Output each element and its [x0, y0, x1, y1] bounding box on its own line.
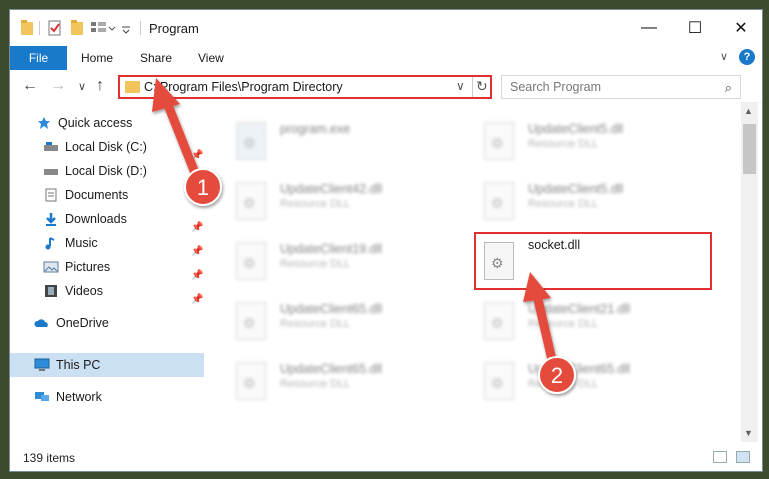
search-input[interactable]: Search Program — [510, 80, 601, 94]
address-bar[interactable]: C:\Program Files\Program Directory ∨ ↻ — [118, 75, 492, 99]
title-bar: Program — ☐ ✕ — [10, 10, 762, 46]
explorer-window: Program — ☐ ✕ File Home Share View ∨ ? ←… — [9, 9, 763, 472]
expand-ribbon-icon[interactable]: ∨ — [720, 50, 728, 63]
film-icon — [45, 285, 57, 297]
file-item[interactable]: UpdateClient65.dll Resource DLL — [204, 292, 424, 346]
sidebar-item-pictures[interactable]: Pictures — [43, 256, 110, 278]
close-button[interactable]: ✕ — [718, 10, 762, 46]
address-path[interactable]: C:\Program Files\Program Directory — [144, 80, 343, 94]
qa-dropdown-icon[interactable] — [121, 19, 131, 37]
address-separator — [472, 77, 473, 97]
file-item[interactable]: UpdateClient19.dll Resource DLL — [204, 232, 424, 286]
help-icon[interactable]: ? — [739, 49, 755, 65]
cloud-icon — [34, 319, 48, 327]
pin-icon: 📌 — [191, 150, 204, 161]
music-note-icon — [45, 237, 55, 250]
socket-dll-highlight-box — [474, 232, 712, 290]
up-arrow-icon[interactable]: ↑ — [96, 77, 104, 95]
pin-icon: 📌 — [191, 270, 204, 281]
sidebar-item-music[interactable]: Music — [43, 232, 98, 254]
sidebar-item-network[interactable]: Network — [34, 386, 102, 408]
dll-file-icon — [236, 182, 266, 220]
sidebar-item-downloads[interactable]: Downloads — [43, 208, 127, 230]
recent-locations-icon[interactable]: ∨ — [78, 80, 86, 93]
details-view-icon[interactable] — [713, 451, 727, 463]
file-item[interactable]: UpdateClient65.dll Resource DLL — [452, 352, 672, 406]
file-item[interactable]: UpdateClient5.dll Resource DLL — [452, 172, 672, 226]
scroll-up-icon[interactable]: ▲ — [744, 106, 753, 116]
customize-qa-icon[interactable] — [90, 19, 116, 37]
drive-icon — [44, 142, 58, 151]
new-folder-icon[interactable] — [70, 19, 84, 37]
minimize-button[interactable]: — — [626, 10, 672, 46]
sidebar-item-onedrive[interactable]: OneDrive — [34, 312, 109, 334]
file-item[interactable]: UpdateClient42.dll Resource DLL — [204, 172, 424, 226]
pin-icon: 📌 — [191, 222, 204, 233]
vertical-scrollbar[interactable]: ▲ ▼ — [741, 102, 758, 442]
network-icon — [35, 392, 49, 401]
tab-view[interactable]: View — [198, 51, 224, 65]
qa-separator — [140, 21, 141, 35]
drive-icon — [44, 169, 58, 175]
dll-file-icon — [236, 362, 266, 400]
scroll-down-icon[interactable]: ▼ — [744, 428, 753, 438]
dll-file-icon — [236, 242, 266, 280]
dll-file-icon — [484, 122, 514, 160]
file-item[interactable]: UpdateClient5.dll Resource DLL — [452, 112, 672, 166]
star-icon — [38, 117, 50, 129]
large-icons-view-icon[interactable] — [736, 451, 750, 463]
search-icon[interactable]: ⌕ — [725, 80, 732, 96]
refresh-icon[interactable]: ↻ — [476, 78, 488, 95]
ribbon-tabs: File Home Share View ∨ ? — [10, 46, 762, 70]
properties-icon[interactable] — [47, 19, 63, 37]
file-item[interactable]: UpdateClient65.dll Resource DLL — [204, 352, 424, 406]
documents-icon — [45, 188, 57, 202]
chevron-down-icon[interactable]: ∨ — [456, 79, 465, 93]
pin-icon: 📌 — [191, 294, 204, 305]
search-box[interactable]: Search Program ⌕ — [501, 75, 741, 99]
sidebar-item-documents[interactable]: Documents — [43, 184, 128, 206]
file-list: program.exe UpdateClient5.dll Resource D… — [204, 102, 741, 442]
file-item[interactable]: program.exe — [204, 112, 424, 166]
pin-icon: 📌 — [191, 246, 204, 257]
qa-separator — [39, 21, 40, 35]
forward-arrow-icon[interactable]: → — [50, 77, 66, 95]
dll-file-icon — [484, 362, 514, 400]
dll-file-icon — [484, 302, 514, 340]
item-count: 139 items — [23, 451, 76, 465]
window-title: Program — [149, 21, 199, 36]
exe-file-icon — [236, 122, 266, 160]
computer-icon — [34, 358, 50, 371]
download-arrow-icon — [46, 213, 56, 226]
tab-home[interactable]: Home — [81, 51, 113, 65]
navigation-pane: Quick access Local Disk (C:) Local Disk … — [10, 102, 204, 442]
file-item[interactable]: UpdateClient21.dll Resource DLL — [452, 292, 672, 346]
sidebar-item-local-disk-c[interactable]: Local Disk (C:) — [43, 136, 147, 158]
scroll-thumb[interactable] — [743, 124, 756, 174]
maximize-button[interactable]: ☐ — [672, 10, 718, 46]
status-bar: 139 items — [10, 442, 762, 471]
pictures-icon — [43, 261, 59, 273]
dll-file-icon — [236, 302, 266, 340]
pin-icon: 📌 — [191, 174, 204, 185]
tab-file[interactable]: File — [10, 46, 67, 70]
dll-file-icon — [484, 182, 514, 220]
sidebar-item-quick-access[interactable]: Quick access — [36, 112, 132, 134]
folder-icon — [21, 20, 33, 35]
back-arrow-icon[interactable]: ← — [22, 77, 38, 95]
navigation-bar: ← → ∨ ↑ C:\Program Files\Program Directo… — [10, 70, 762, 103]
sidebar-item-local-disk-d[interactable]: Local Disk (D:) — [43, 160, 147, 182]
sidebar-item-this-pc[interactable]: This PC — [34, 354, 100, 376]
sidebar-item-videos[interactable]: Videos — [43, 280, 103, 302]
tab-share[interactable]: Share — [140, 51, 172, 65]
folder-icon — [125, 81, 140, 93]
